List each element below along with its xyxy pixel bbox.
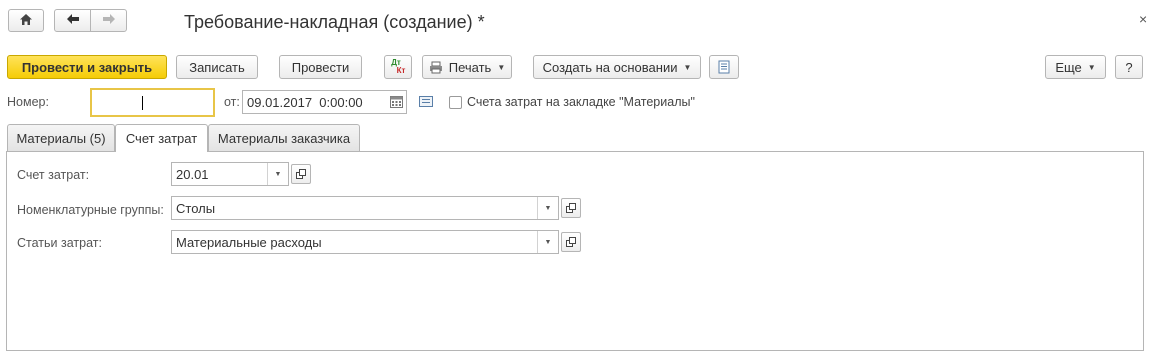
open-icon (566, 237, 576, 247)
more-button[interactable]: Еще ▼ (1045, 55, 1106, 79)
open-icon (296, 169, 306, 179)
home-icon (19, 13, 33, 29)
open-nomenclature-button[interactable] (561, 198, 581, 218)
chevron-down-icon[interactable]: ▼ (537, 197, 558, 219)
text-cursor (142, 96, 143, 110)
cost-items-label: Статьи затрат: (17, 236, 102, 250)
document-icon (718, 60, 730, 74)
create-based-label: Создать на основании (542, 59, 678, 75)
nomenclature-label: Номенклатурные группы: (17, 203, 164, 217)
tab-customer-materials[interactable]: Материалы заказчика (208, 124, 360, 151)
calendar-icon[interactable] (390, 96, 403, 108)
print-label: Печать (448, 59, 492, 75)
chevron-down-icon[interactable]: ▼ (537, 231, 558, 253)
nomenclature-field[interactable]: Столы ▼ (171, 196, 559, 220)
cost-accounts-checkbox-label: Счета затрат на закладке "Материалы" (467, 95, 695, 109)
chevron-down-icon: ▼ (497, 62, 506, 72)
forward-button[interactable] (90, 9, 127, 32)
dt-kt-button[interactable]: Дт Кт (384, 55, 412, 79)
cost-accounts-checkbox[interactable] (449, 96, 462, 109)
chevron-down-icon: ▼ (1087, 62, 1096, 72)
tab-materials[interactable]: Материалы (5) (7, 124, 115, 151)
save-button[interactable]: Записать (176, 55, 258, 79)
post-button[interactable]: Провести (279, 55, 362, 79)
cost-items-field[interactable]: Материальные расходы ▼ (171, 230, 559, 254)
date-label: от: (224, 95, 240, 109)
print-button[interactable]: Печать ▼ (422, 55, 512, 79)
create-based-on-button[interactable]: Создать на основании ▼ (533, 55, 701, 79)
back-button[interactable] (54, 9, 91, 32)
number-input[interactable] (90, 88, 215, 117)
dt-kt-icon: Дт Кт (391, 58, 406, 75)
open-icon (566, 203, 576, 213)
arrow-right-icon (102, 13, 116, 28)
post-and-close-button[interactable]: Провести и закрыть (7, 55, 167, 79)
chevron-down-icon: ▼ (683, 62, 692, 72)
open-cost-account-button[interactable] (291, 164, 311, 184)
document-report-button[interactable] (709, 55, 739, 79)
date-input[interactable]: 09.01.2017 0:00:00 (242, 90, 407, 114)
open-cost-items-button[interactable] (561, 232, 581, 252)
tab-cost-account[interactable]: Счет затрат (115, 124, 208, 152)
page-title: Требование-накладная (создание) * (184, 12, 485, 32)
cost-account-field[interactable]: 20.01 ▼ (171, 162, 289, 186)
printer-icon (429, 61, 443, 74)
arrow-left-icon (66, 13, 80, 28)
more-label: Еще (1055, 59, 1082, 75)
cost-account-label: Счет затрат: (17, 168, 90, 182)
help-button[interactable]: ? (1115, 55, 1143, 79)
home-button[interactable] (8, 9, 44, 32)
chevron-down-icon[interactable]: ▼ (267, 163, 288, 185)
comment-icon[interactable] (419, 96, 433, 107)
close-icon[interactable]: × (1139, 11, 1147, 27)
number-label: Номер: (7, 95, 49, 109)
